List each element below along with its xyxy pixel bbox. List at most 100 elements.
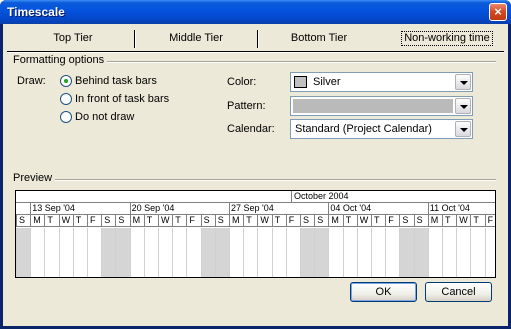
week-label: 13 Sep '04 [32, 203, 75, 213]
week-label: 27 Sep '04 [231, 203, 274, 213]
nonworking-shade [201, 228, 215, 277]
day-divider [229, 215, 230, 227]
nonworking-shade [116, 228, 130, 277]
day-divider [72, 215, 74, 227]
calendar-dropdown[interactable]: Standard (Project Calendar) [290, 119, 473, 139]
formatting-group-label: Formatting options [13, 54, 108, 66]
close-icon: × [494, 4, 502, 19]
tab-label: Bottom Tier [290, 32, 348, 44]
grid-line [243, 228, 245, 277]
grid-line [143, 228, 145, 277]
tab-label: Middle Tier [169, 32, 223, 44]
tab-strip: Top Tier Middle Tier Bottom Tier Non-wor… [3, 28, 508, 53]
week-divider [229, 203, 230, 215]
day-divider [300, 215, 301, 227]
month-divider [291, 191, 292, 203]
month-label: October 2004 [294, 191, 349, 201]
chevron-down-icon[interactable] [455, 74, 471, 90]
day-divider [87, 215, 88, 227]
day-divider [442, 215, 443, 227]
grid-line [442, 228, 443, 277]
day-divider [328, 215, 330, 227]
day-divider [200, 215, 202, 227]
grid-line [101, 228, 103, 277]
day-divider [243, 215, 245, 227]
draw-in-front-label[interactable]: In front of task bars [75, 93, 169, 105]
calendar-value: Standard (Project Calendar) [295, 123, 432, 135]
grid-line [300, 228, 301, 277]
day-divider [186, 215, 188, 227]
day-divider [285, 215, 287, 227]
color-label: Color: [227, 76, 257, 88]
chevron-down-icon[interactable] [455, 98, 471, 114]
week-divider [328, 203, 330, 215]
close-button[interactable]: × [489, 3, 507, 21]
grid-line [385, 228, 387, 277]
day-divider [44, 215, 46, 227]
preview-day-row: SMTWTFSSMTWTFSSMTWTFSSMTWTFSSMTWTFSS [16, 215, 495, 227]
preview-week-row: 13 Sep '04 20 Sep '04 27 Sep '04 04 Oct '04… [16, 203, 495, 215]
nonworking-shade [102, 228, 116, 277]
ok-button[interactable]: OK [350, 282, 417, 302]
nonworking-shade [414, 228, 428, 277]
week-divider [30, 203, 32, 215]
grid-line [87, 228, 88, 277]
timescale-preview: October 2004 13 Sep '04 20 Sep '04 27 Sep … [15, 190, 496, 278]
draw-in-front-radio[interactable] [60, 93, 72, 105]
day-divider [16, 215, 17, 227]
day-divider [58, 215, 60, 227]
dialog-title: Timescale [7, 5, 65, 19]
preview-group-label: Preview [13, 172, 56, 184]
day-divider [101, 215, 103, 227]
day-label: F [487, 215, 494, 225]
day-divider [214, 215, 216, 227]
day-divider [314, 215, 316, 227]
grid-line [44, 228, 46, 277]
day-divider [143, 215, 145, 227]
grid-line [399, 228, 401, 277]
day-divider [129, 215, 131, 227]
timescale-dialog: Timescale × Top Tier Middle Tier Bottom … [0, 0, 511, 329]
tab-top-tier[interactable]: Top Tier [13, 28, 133, 48]
tab-bottom-tier[interactable]: Bottom Tier [259, 28, 379, 48]
grid-line [257, 228, 259, 277]
do-not-draw-radio[interactable] [60, 111, 72, 123]
tab-middle-tier[interactable]: Middle Tier [136, 28, 256, 48]
nonworking-shade [215, 228, 229, 277]
tab-non-working-time[interactable]: Non-working time [391, 28, 503, 48]
grid-line [271, 228, 273, 277]
color-dropdown[interactable]: Silver [290, 72, 473, 92]
do-not-draw-label[interactable]: Do not draw [75, 111, 134, 123]
nonworking-shade [301, 228, 315, 277]
calendar-label: Calendar: [227, 123, 275, 135]
tab-baseline [7, 51, 504, 53]
grid-line [172, 228, 174, 277]
nonworking-shade [17, 228, 31, 277]
grid-line [30, 228, 32, 277]
day-divider [371, 215, 372, 227]
cancel-button[interactable]: Cancel [425, 282, 492, 302]
week-label: 04 Oct '04 [330, 203, 372, 213]
grid-line [470, 228, 472, 277]
week-divider [129, 203, 131, 215]
color-value: Silver [313, 76, 341, 88]
draw-label: Draw: [17, 75, 46, 87]
draw-behind-label[interactable]: Behind task bars [75, 75, 157, 87]
day-divider [456, 215, 458, 227]
day-divider [356, 215, 358, 227]
grid-line [328, 228, 330, 277]
chevron-down-icon[interactable] [455, 121, 471, 137]
draw-behind-radio[interactable] [60, 75, 72, 87]
grid-line [200, 228, 202, 277]
day-divider [271, 215, 273, 227]
grid-line [342, 228, 344, 277]
grid-line [413, 228, 415, 277]
preview-month-row: October 2004 [16, 191, 495, 203]
day-divider [158, 215, 159, 227]
pattern-label: Pattern: [227, 100, 266, 112]
tab-label: Top Tier [53, 32, 93, 44]
day-divider [172, 215, 174, 227]
grid-line [115, 228, 117, 277]
pattern-dropdown[interactable] [290, 96, 473, 116]
grid-line [427, 228, 429, 277]
